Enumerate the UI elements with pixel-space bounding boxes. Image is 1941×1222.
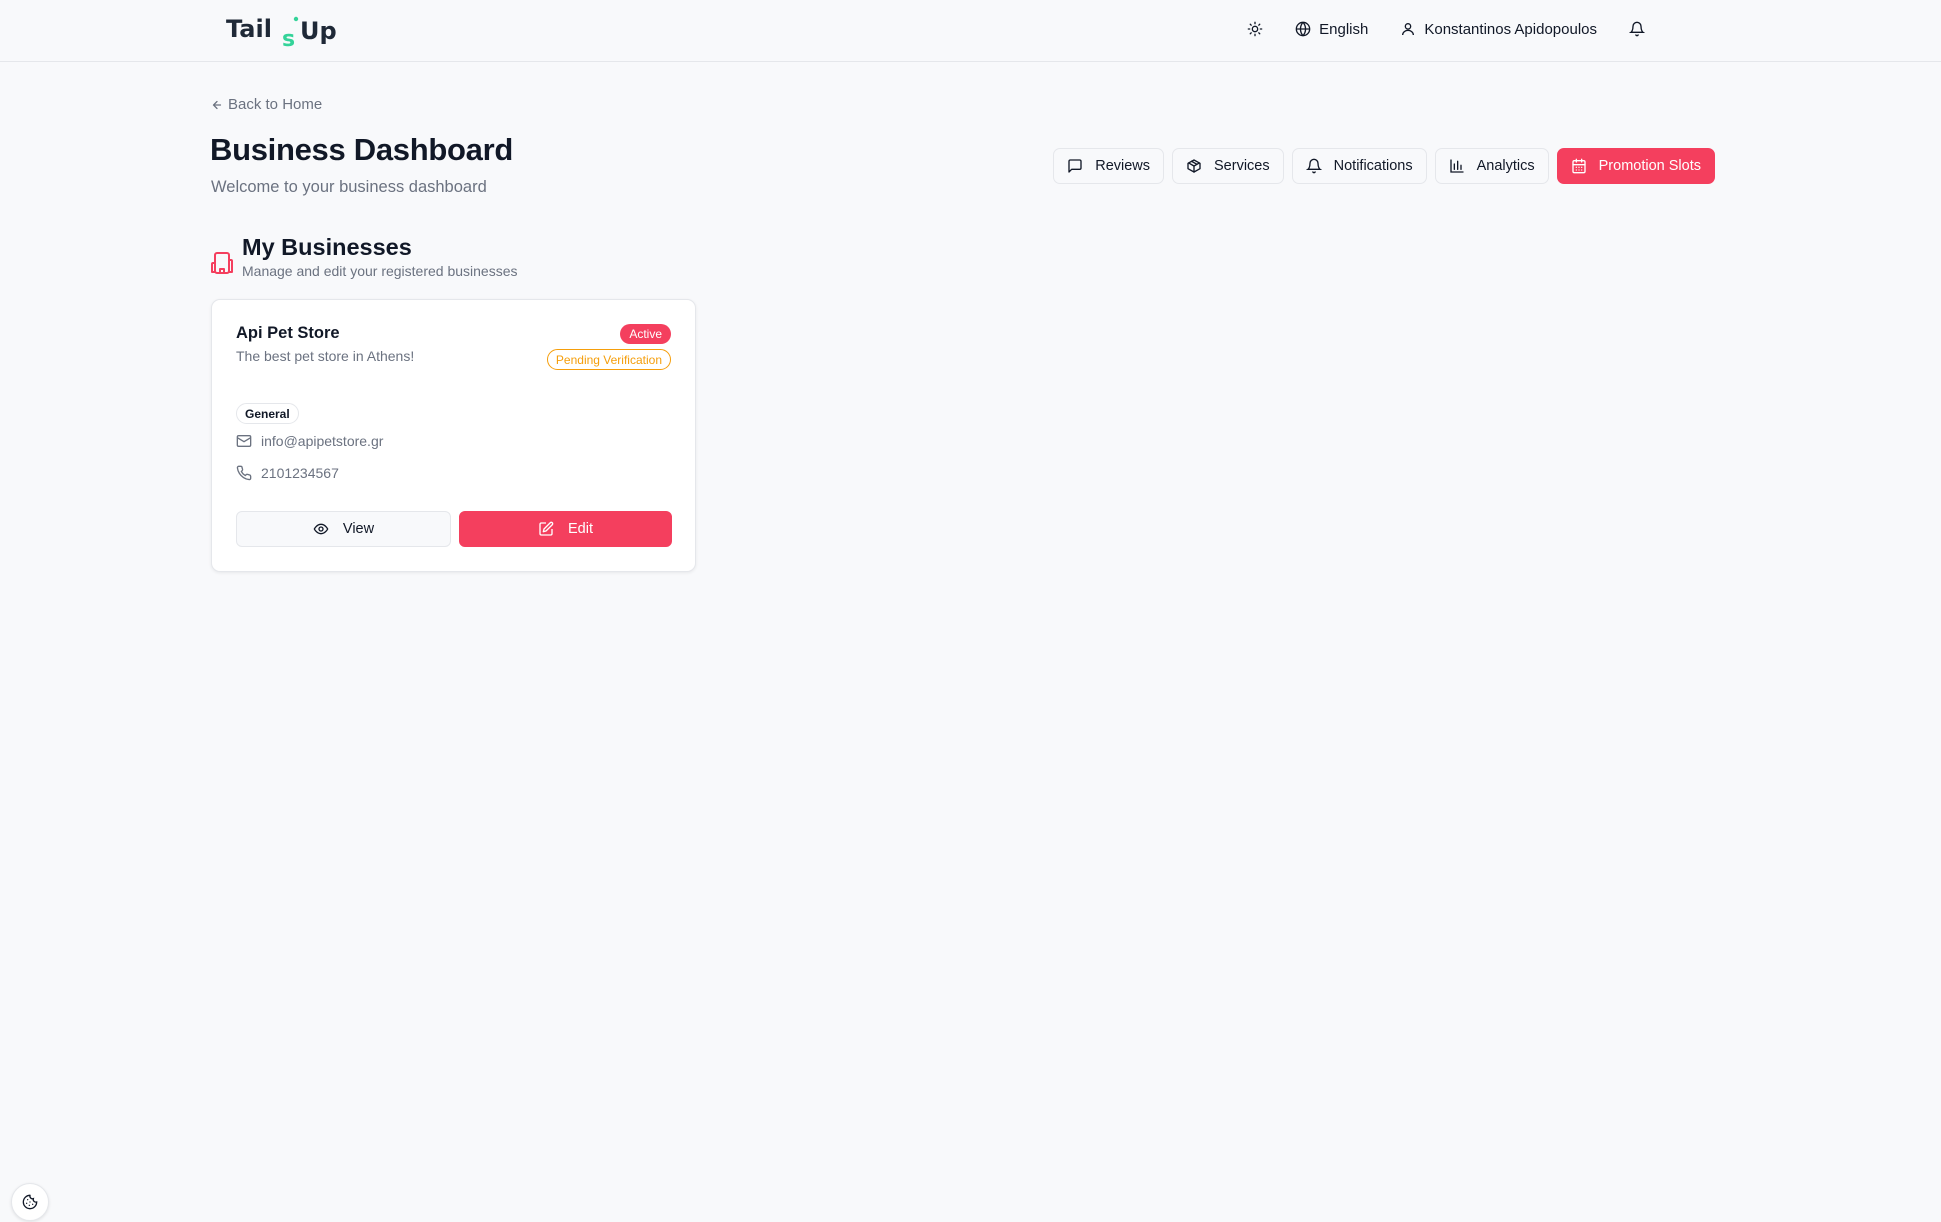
- tab-analytics[interactable]: Analytics: [1434, 148, 1549, 184]
- package-icon: [1186, 158, 1202, 174]
- page-title: Business Dashboard: [210, 132, 513, 167]
- message-square-icon: [1067, 158, 1083, 174]
- logo-text-s: s: [282, 27, 295, 50]
- notifications-button[interactable]: [1623, 17, 1651, 41]
- bar-chart-icon: [1449, 158, 1465, 174]
- page-subtitle: Welcome to your business dashboard: [211, 178, 487, 196]
- business-phone-row: 2101234567: [236, 465, 339, 481]
- eye-icon: [313, 521, 329, 537]
- bell-icon: [1305, 158, 1322, 174]
- business-phone: 2101234567: [261, 465, 339, 481]
- tailsup-logo[interactable]: Tail s Up: [224, 10, 344, 50]
- back-link-label: Back to Home: [228, 96, 323, 113]
- logo-text-up: Up: [300, 17, 337, 45]
- business-card: Api Pet Store The best pet store in Athe…: [211, 299, 696, 572]
- user-menu-button[interactable]: Konstantinos Apidopoulos: [1394, 17, 1603, 42]
- tab-promotion-slots[interactable]: Promotion Slots: [1556, 148, 1715, 184]
- verification-badge: Pending Verification: [546, 349, 671, 370]
- cookie-icon: [22, 1194, 38, 1210]
- theme-toggle-button[interactable]: [1241, 17, 1269, 41]
- dashboard-tabs: Reviews Services Notifications Analytics: [1053, 148, 1715, 184]
- category-chip: General: [236, 403, 299, 424]
- section-title: My Businesses: [242, 234, 412, 260]
- tab-label: Analytics: [1476, 158, 1535, 174]
- edit-business-button[interactable]: Edit: [459, 511, 672, 547]
- globe-icon: [1295, 21, 1311, 37]
- mail-icon: [236, 433, 252, 449]
- edit-icon: [538, 521, 554, 537]
- top-navigation-bar: Tail s Up English Konstantinos Apidopoul…: [0, 0, 1941, 62]
- sun-icon: [1247, 21, 1263, 37]
- back-to-home-link[interactable]: Back to Home: [211, 96, 322, 113]
- user-name: Konstantinos Apidopoulos: [1424, 20, 1597, 38]
- tab-label: Notifications: [1333, 158, 1413, 174]
- logo-text-tail: Tail: [226, 15, 272, 43]
- view-business-button[interactable]: View: [236, 511, 451, 547]
- language-label: English: [1319, 20, 1369, 38]
- calendar-icon: [1571, 158, 1587, 174]
- building-icon: [210, 246, 234, 279]
- status-badge: Active: [620, 324, 671, 344]
- tab-services[interactable]: Services: [1172, 148, 1284, 184]
- business-email: info@apipetstore.gr: [261, 433, 384, 449]
- business-name: Api Pet Store: [236, 324, 340, 342]
- tab-notifications[interactable]: Notifications: [1291, 148, 1427, 184]
- business-email-row: info@apipetstore.gr: [236, 433, 383, 449]
- language-selector[interactable]: English: [1289, 17, 1374, 42]
- arrow-left-icon: [211, 99, 223, 111]
- user-icon: [1400, 21, 1416, 37]
- bell-icon: [1629, 21, 1645, 37]
- business-description: The best pet store in Athens!: [236, 348, 415, 364]
- edit-button-label: Edit: [568, 521, 593, 537]
- tab-label: Services: [1214, 158, 1270, 174]
- cookie-settings-button[interactable]: [11, 1183, 49, 1221]
- tab-reviews[interactable]: Reviews: [1053, 148, 1165, 184]
- my-businesses-header: My Businesses Manage and edit your regis…: [210, 233, 518, 279]
- view-button-label: View: [342, 521, 375, 537]
- section-subtitle: Manage and edit your registered business…: [242, 263, 518, 279]
- tab-label: Reviews: [1095, 158, 1151, 174]
- phone-icon: [236, 465, 252, 481]
- tab-label: Promotion Slots: [1598, 158, 1701, 174]
